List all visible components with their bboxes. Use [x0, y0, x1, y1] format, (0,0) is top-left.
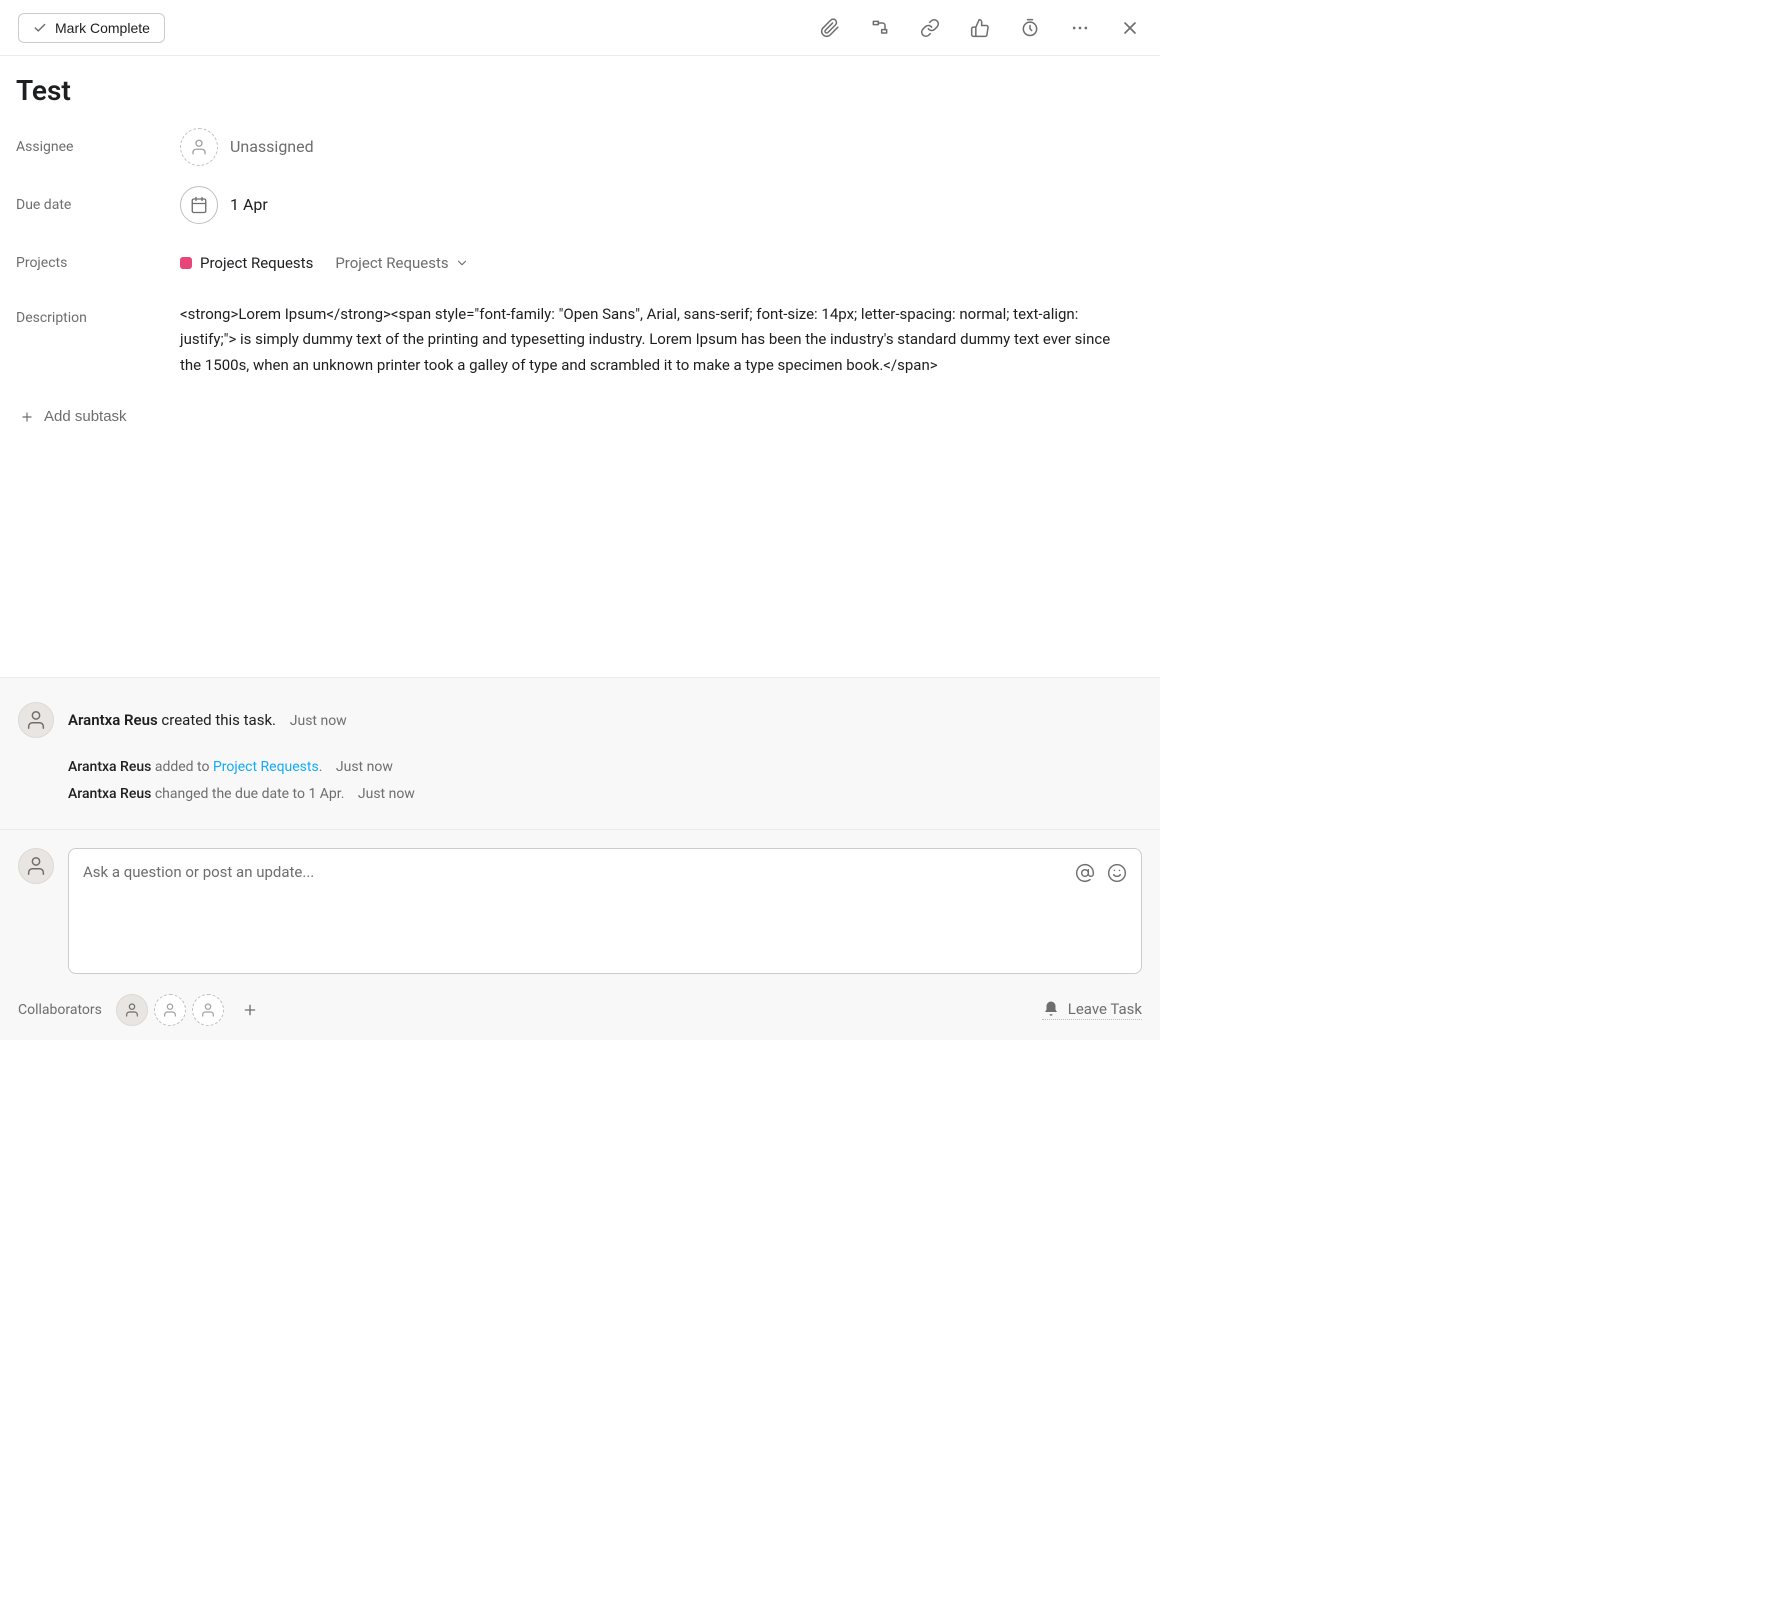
- smile-icon: [1107, 863, 1127, 883]
- collaborator-avatar[interactable]: [116, 994, 148, 1026]
- collaborators-avatars: [116, 994, 264, 1026]
- project-section-name: Project Requests: [335, 254, 448, 272]
- activity-sub-list: Arantxa Reus added to Project Requests. …: [68, 756, 415, 805]
- due-date-value[interactable]: 1 Apr: [180, 186, 1144, 224]
- activity-author: Arantxa Reus: [68, 759, 151, 775]
- thumbs-up-icon: [970, 18, 990, 38]
- description-value[interactable]: <strong>Lorem Ipsum</strong><span style=…: [180, 302, 1144, 379]
- activity-timestamp: Just now: [336, 759, 393, 775]
- check-icon: [33, 21, 47, 35]
- collaborator-placeholder[interactable]: [154, 994, 186, 1026]
- description-text: <strong>Lorem Ipsum</strong><span style=…: [180, 302, 1144, 379]
- assignee-value[interactable]: Unassigned: [180, 128, 1144, 166]
- due-date-row: Due date 1 Apr: [16, 176, 1144, 234]
- at-sign-icon: [1075, 863, 1095, 883]
- description-row: Description <strong>Lorem Ipsum</strong>…: [16, 292, 1144, 379]
- user-icon: [124, 1002, 140, 1018]
- due-date-text: 1 Apr: [230, 195, 268, 214]
- plus-icon: [20, 410, 34, 424]
- project-color-dot: [180, 257, 192, 269]
- chevron-down-icon: [455, 256, 469, 270]
- timer-button[interactable]: [1018, 16, 1042, 40]
- link-icon: [920, 18, 940, 38]
- projects-row: Projects Project Requests Project Reques…: [16, 234, 1144, 292]
- subtask-row: Add subtask: [0, 378, 1160, 441]
- avatar: [18, 702, 54, 738]
- user-icon: [200, 1002, 216, 1018]
- activity-feed: Arantxa Reus created this task. Just now…: [0, 677, 1160, 829]
- activity-sub-item: Arantxa Reus changed the due date to 1 A…: [68, 783, 415, 805]
- leave-task-button[interactable]: Leave Task: [1042, 1000, 1142, 1020]
- user-icon: [162, 1002, 178, 1018]
- collaborator-placeholder[interactable]: [192, 994, 224, 1026]
- toolbar-actions: [818, 16, 1142, 40]
- activity-created-text: created this task.: [158, 711, 276, 729]
- activity-item: Arantxa Reus created this task. Just now…: [18, 702, 1142, 809]
- like-button[interactable]: [968, 16, 992, 40]
- attachment-button[interactable]: [818, 16, 842, 40]
- activity-created-line: Arantxa Reus created this task. Just now: [68, 708, 415, 732]
- add-collaborator-button[interactable]: [236, 996, 264, 1024]
- emoji-button[interactable]: [1107, 863, 1127, 883]
- more-actions-button[interactable]: [1068, 16, 1092, 40]
- user-icon: [25, 709, 47, 731]
- activity-sub-item: Arantxa Reus added to Project Requests. …: [68, 756, 415, 778]
- comment-section: Ask a question or post an update...: [0, 829, 1160, 1040]
- close-button[interactable]: [1118, 16, 1142, 40]
- add-subtask-button[interactable]: Add subtask: [16, 402, 131, 431]
- project-section-dropdown[interactable]: Project Requests: [335, 254, 468, 272]
- leave-task-label: Leave Task: [1068, 1000, 1142, 1018]
- assignee-row: Assignee Unassigned: [16, 118, 1144, 176]
- user-icon: [25, 855, 47, 877]
- mark-complete-button[interactable]: Mark Complete: [18, 13, 165, 43]
- activity-timestamp: Just now: [358, 786, 415, 802]
- assignee-placeholder-icon: [180, 128, 218, 166]
- activity-action-suffix: .: [319, 759, 323, 775]
- comment-placeholder: Ask a question or post an update...: [83, 863, 314, 881]
- task-toolbar: Mark Complete: [0, 0, 1160, 56]
- activity-author: Arantxa Reus: [68, 711, 158, 729]
- bell-icon: [1042, 1000, 1060, 1018]
- add-subtask-label: Add subtask: [44, 408, 127, 425]
- avatar: [18, 848, 54, 884]
- activity-action-prefix: added to: [151, 759, 213, 775]
- subtask-button[interactable]: [868, 16, 892, 40]
- projects-value: Project Requests Project Requests: [180, 254, 1144, 272]
- paperclip-icon: [820, 18, 840, 38]
- project-name: Project Requests: [200, 254, 313, 272]
- subtask-icon: [870, 18, 890, 38]
- project-pill[interactable]: Project Requests: [180, 254, 313, 272]
- more-horizontal-icon: [1070, 18, 1090, 38]
- assignee-label: Assignee: [16, 139, 172, 155]
- activity-author: Arantxa Reus: [68, 786, 151, 802]
- due-date-label: Due date: [16, 197, 172, 213]
- collaborators-label: Collaborators: [18, 1002, 102, 1018]
- projects-label: Projects: [16, 255, 172, 271]
- activity-created-timestamp: Just now: [290, 713, 347, 729]
- user-icon: [190, 138, 208, 156]
- task-title[interactable]: Test: [16, 74, 1144, 108]
- calendar-icon: [190, 196, 208, 214]
- mark-complete-label: Mark Complete: [55, 20, 150, 36]
- assignee-value-text: Unassigned: [230, 137, 314, 156]
- due-date-icon-wrap: [180, 186, 218, 224]
- activity-link[interactable]: Project Requests: [213, 759, 319, 775]
- stopwatch-icon: [1020, 18, 1040, 38]
- close-icon: [1120, 18, 1140, 38]
- mention-button[interactable]: [1075, 863, 1095, 883]
- task-content: Test Assignee Unassigned Due date: [0, 56, 1160, 1040]
- copy-link-button[interactable]: [918, 16, 942, 40]
- plus-icon: [242, 1002, 258, 1018]
- description-label: Description: [16, 302, 172, 326]
- comment-input[interactable]: Ask a question or post an update...: [68, 848, 1142, 974]
- activity-action-prefix: changed the due date to 1 Apr.: [151, 786, 344, 802]
